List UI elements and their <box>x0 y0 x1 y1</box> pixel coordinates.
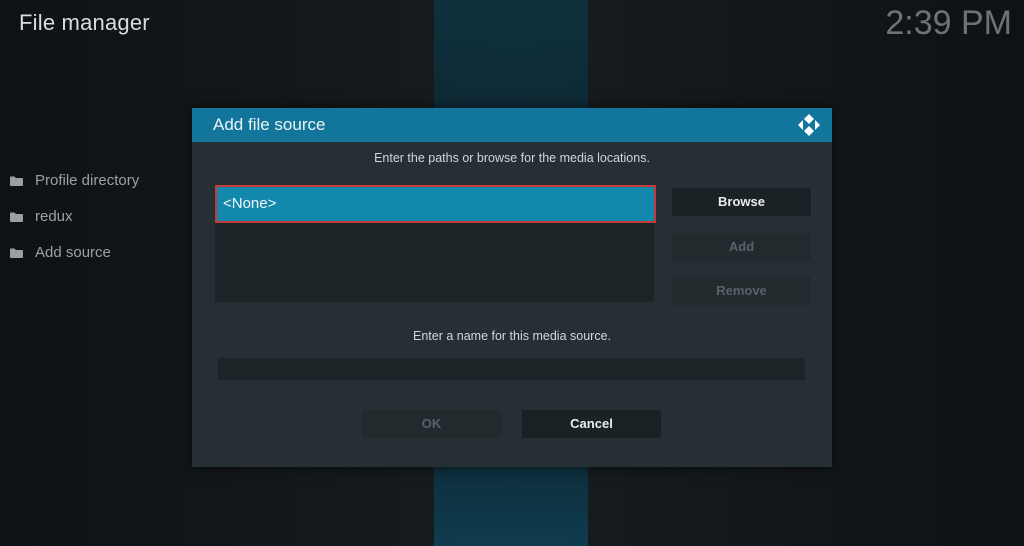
media-source-name-input[interactable] <box>218 358 805 380</box>
browse-button[interactable]: Browse <box>672 188 811 216</box>
screen: File manager 2:39 PM Profile directory r… <box>0 0 1024 546</box>
sidebar-item-redux[interactable]: redux <box>10 198 139 234</box>
path-item-selected[interactable]: <None> <box>215 185 656 223</box>
sidebar-item-profile-directory[interactable]: Profile directory <box>10 162 139 198</box>
sidebar: Profile directory redux Add source <box>10 162 139 270</box>
remove-button[interactable]: Remove <box>672 277 811 305</box>
add-button[interactable]: Add <box>672 233 811 261</box>
ok-button[interactable]: OK <box>362 410 501 438</box>
dialog-header: Add file source <box>192 108 832 142</box>
page-title: File manager <box>19 10 150 35</box>
folder-icon <box>10 248 23 258</box>
name-instruction: Enter a name for this media source. <box>412 329 611 343</box>
folder-icon <box>10 212 23 222</box>
sidebar-item-label: Profile directory <box>35 171 140 189</box>
cancel-button[interactable]: Cancel <box>522 410 661 438</box>
kodi-logo-icon <box>796 112 822 138</box>
sidebar-item-label: Add source <box>35 243 111 261</box>
clock: 2:39 PM <box>885 4 1012 42</box>
dialog-title: Add file source <box>213 115 326 134</box>
add-file-source-dialog: Add file source Enter the paths or brows… <box>192 108 832 467</box>
sidebar-item-add-source[interactable]: Add source <box>10 234 139 270</box>
sidebar-item-label: redux <box>35 207 73 225</box>
folder-icon <box>10 176 23 186</box>
paths-list: <None> <box>215 185 656 302</box>
paths-instruction: Enter the paths or browse for the media … <box>374 151 650 165</box>
